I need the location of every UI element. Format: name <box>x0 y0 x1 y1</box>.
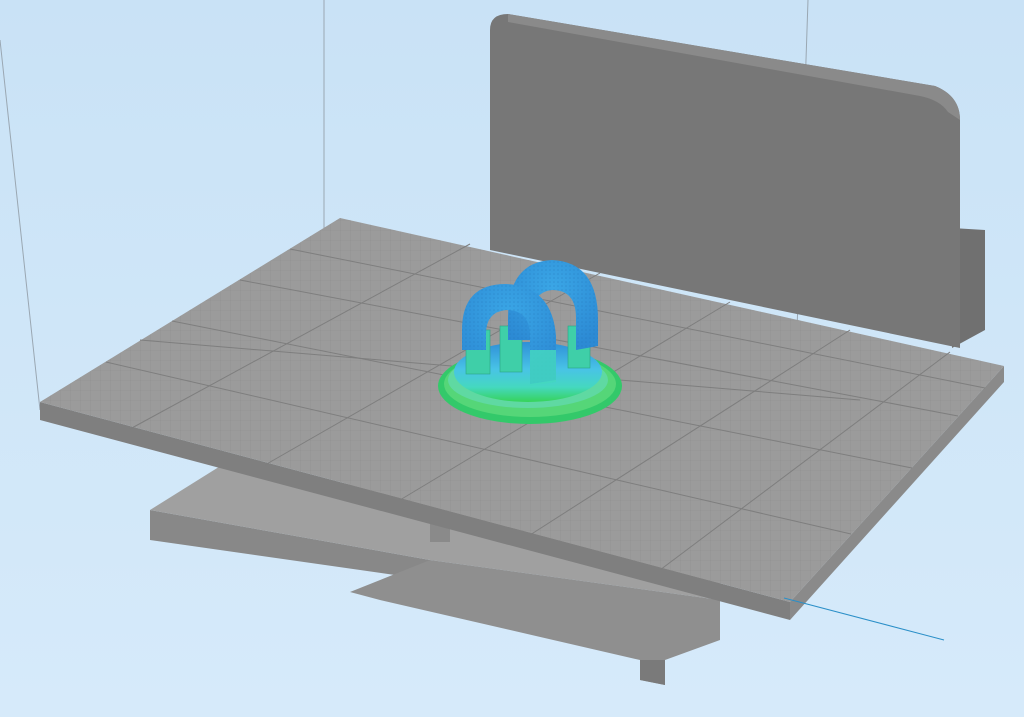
3d-viewport[interactable] <box>0 0 1024 717</box>
scene-canvas[interactable] <box>0 0 1024 717</box>
x-axis-line <box>783 597 945 641</box>
